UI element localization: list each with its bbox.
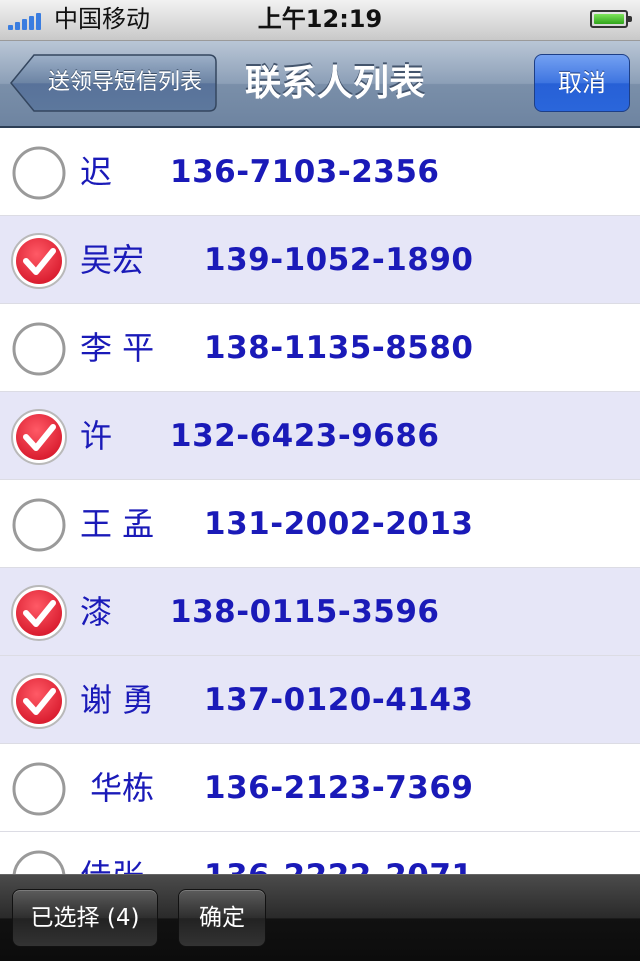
contact-row[interactable]: 迟 136-7103-2356 <box>0 128 640 216</box>
bottom-toolbar: 已选择 (4) 确定 <box>0 874 640 961</box>
back-button[interactable]: 送领导短信列表 <box>10 54 217 112</box>
back-button-label: 送领导短信列表 <box>47 70 202 95</box>
contact-phone: 138-1135-8580 <box>204 330 474 366</box>
checkmark-empty-icon[interactable] <box>10 760 68 818</box>
contact-name: 李 平 <box>80 329 155 367</box>
contact-name: 谢 勇 <box>80 681 155 719</box>
status-bar: 中国移动 上午12:19 <box>0 0 640 41</box>
checkmark-checked-icon[interactable] <box>10 232 68 290</box>
contact-phone: 136-7103-2356 <box>170 154 440 190</box>
contact-name: 迟 <box>80 153 113 191</box>
contact-phone: 132-6423-9686 <box>170 418 440 454</box>
contact-row[interactable]: 佳张 136-2222-2071 <box>0 832 640 874</box>
contact-phone: 131-2002-2013 <box>204 506 474 542</box>
contact-name: 许 <box>80 417 113 455</box>
checkmark-empty-icon[interactable] <box>10 848 68 874</box>
contact-name: 佳张 <box>80 832 144 874</box>
contact-name: 吴宏 <box>80 241 145 279</box>
cancel-button[interactable]: 取消 <box>534 54 630 112</box>
contact-row[interactable]: 王 孟 131-2002-2013 <box>0 480 640 568</box>
contact-list[interactable]: 迟 136-7103-2356 吴宏 139-1052-1890 李 平 138-1135… <box>0 128 640 874</box>
contact-row[interactable]: 李 平 138-1135-8580 <box>0 304 640 392</box>
checkmark-empty-icon[interactable] <box>10 496 68 554</box>
navigation-bar: 送领导短信列表 联系人列表 取消 <box>0 41 640 128</box>
contact-row[interactable]: 华栋 136-2123-7369 <box>0 744 640 832</box>
contact-row[interactable]: 漆 138-0115-3596 <box>0 568 640 656</box>
checkmark-empty-icon[interactable] <box>10 320 68 378</box>
contact-phone: 139-1052-1890 <box>204 242 474 278</box>
contact-name: 漆 <box>80 593 113 631</box>
battery-icon <box>590 10 632 28</box>
checkmark-checked-icon[interactable] <box>10 584 68 642</box>
contact-phone: 136-2123-7369 <box>204 770 474 806</box>
page-title: 联系人列表 <box>244 63 425 104</box>
contact-phone: 137-0120-4143 <box>204 682 474 718</box>
contact-phone: 136-2222-2071 <box>204 832 474 874</box>
contact-row[interactable]: 许 132-6423-9686 <box>0 392 640 480</box>
contact-name: 王 孟 <box>80 505 155 543</box>
selected-count-button[interactable]: 已选择 (4) <box>12 889 158 947</box>
status-time: 上午12:19 <box>257 5 383 33</box>
confirm-button[interactable]: 确定 <box>178 889 266 947</box>
contact-name: 华栋 <box>80 769 155 807</box>
checkmark-checked-icon[interactable] <box>10 408 68 466</box>
checkmark-checked-icon[interactable] <box>10 672 68 730</box>
checkmark-empty-icon[interactable] <box>10 144 68 202</box>
contact-row[interactable]: 吴宏 139-1052-1890 <box>0 216 640 304</box>
contact-row[interactable]: 谢 勇 137-0120-4143 <box>0 656 640 744</box>
contact-phone: 138-0115-3596 <box>170 594 440 630</box>
